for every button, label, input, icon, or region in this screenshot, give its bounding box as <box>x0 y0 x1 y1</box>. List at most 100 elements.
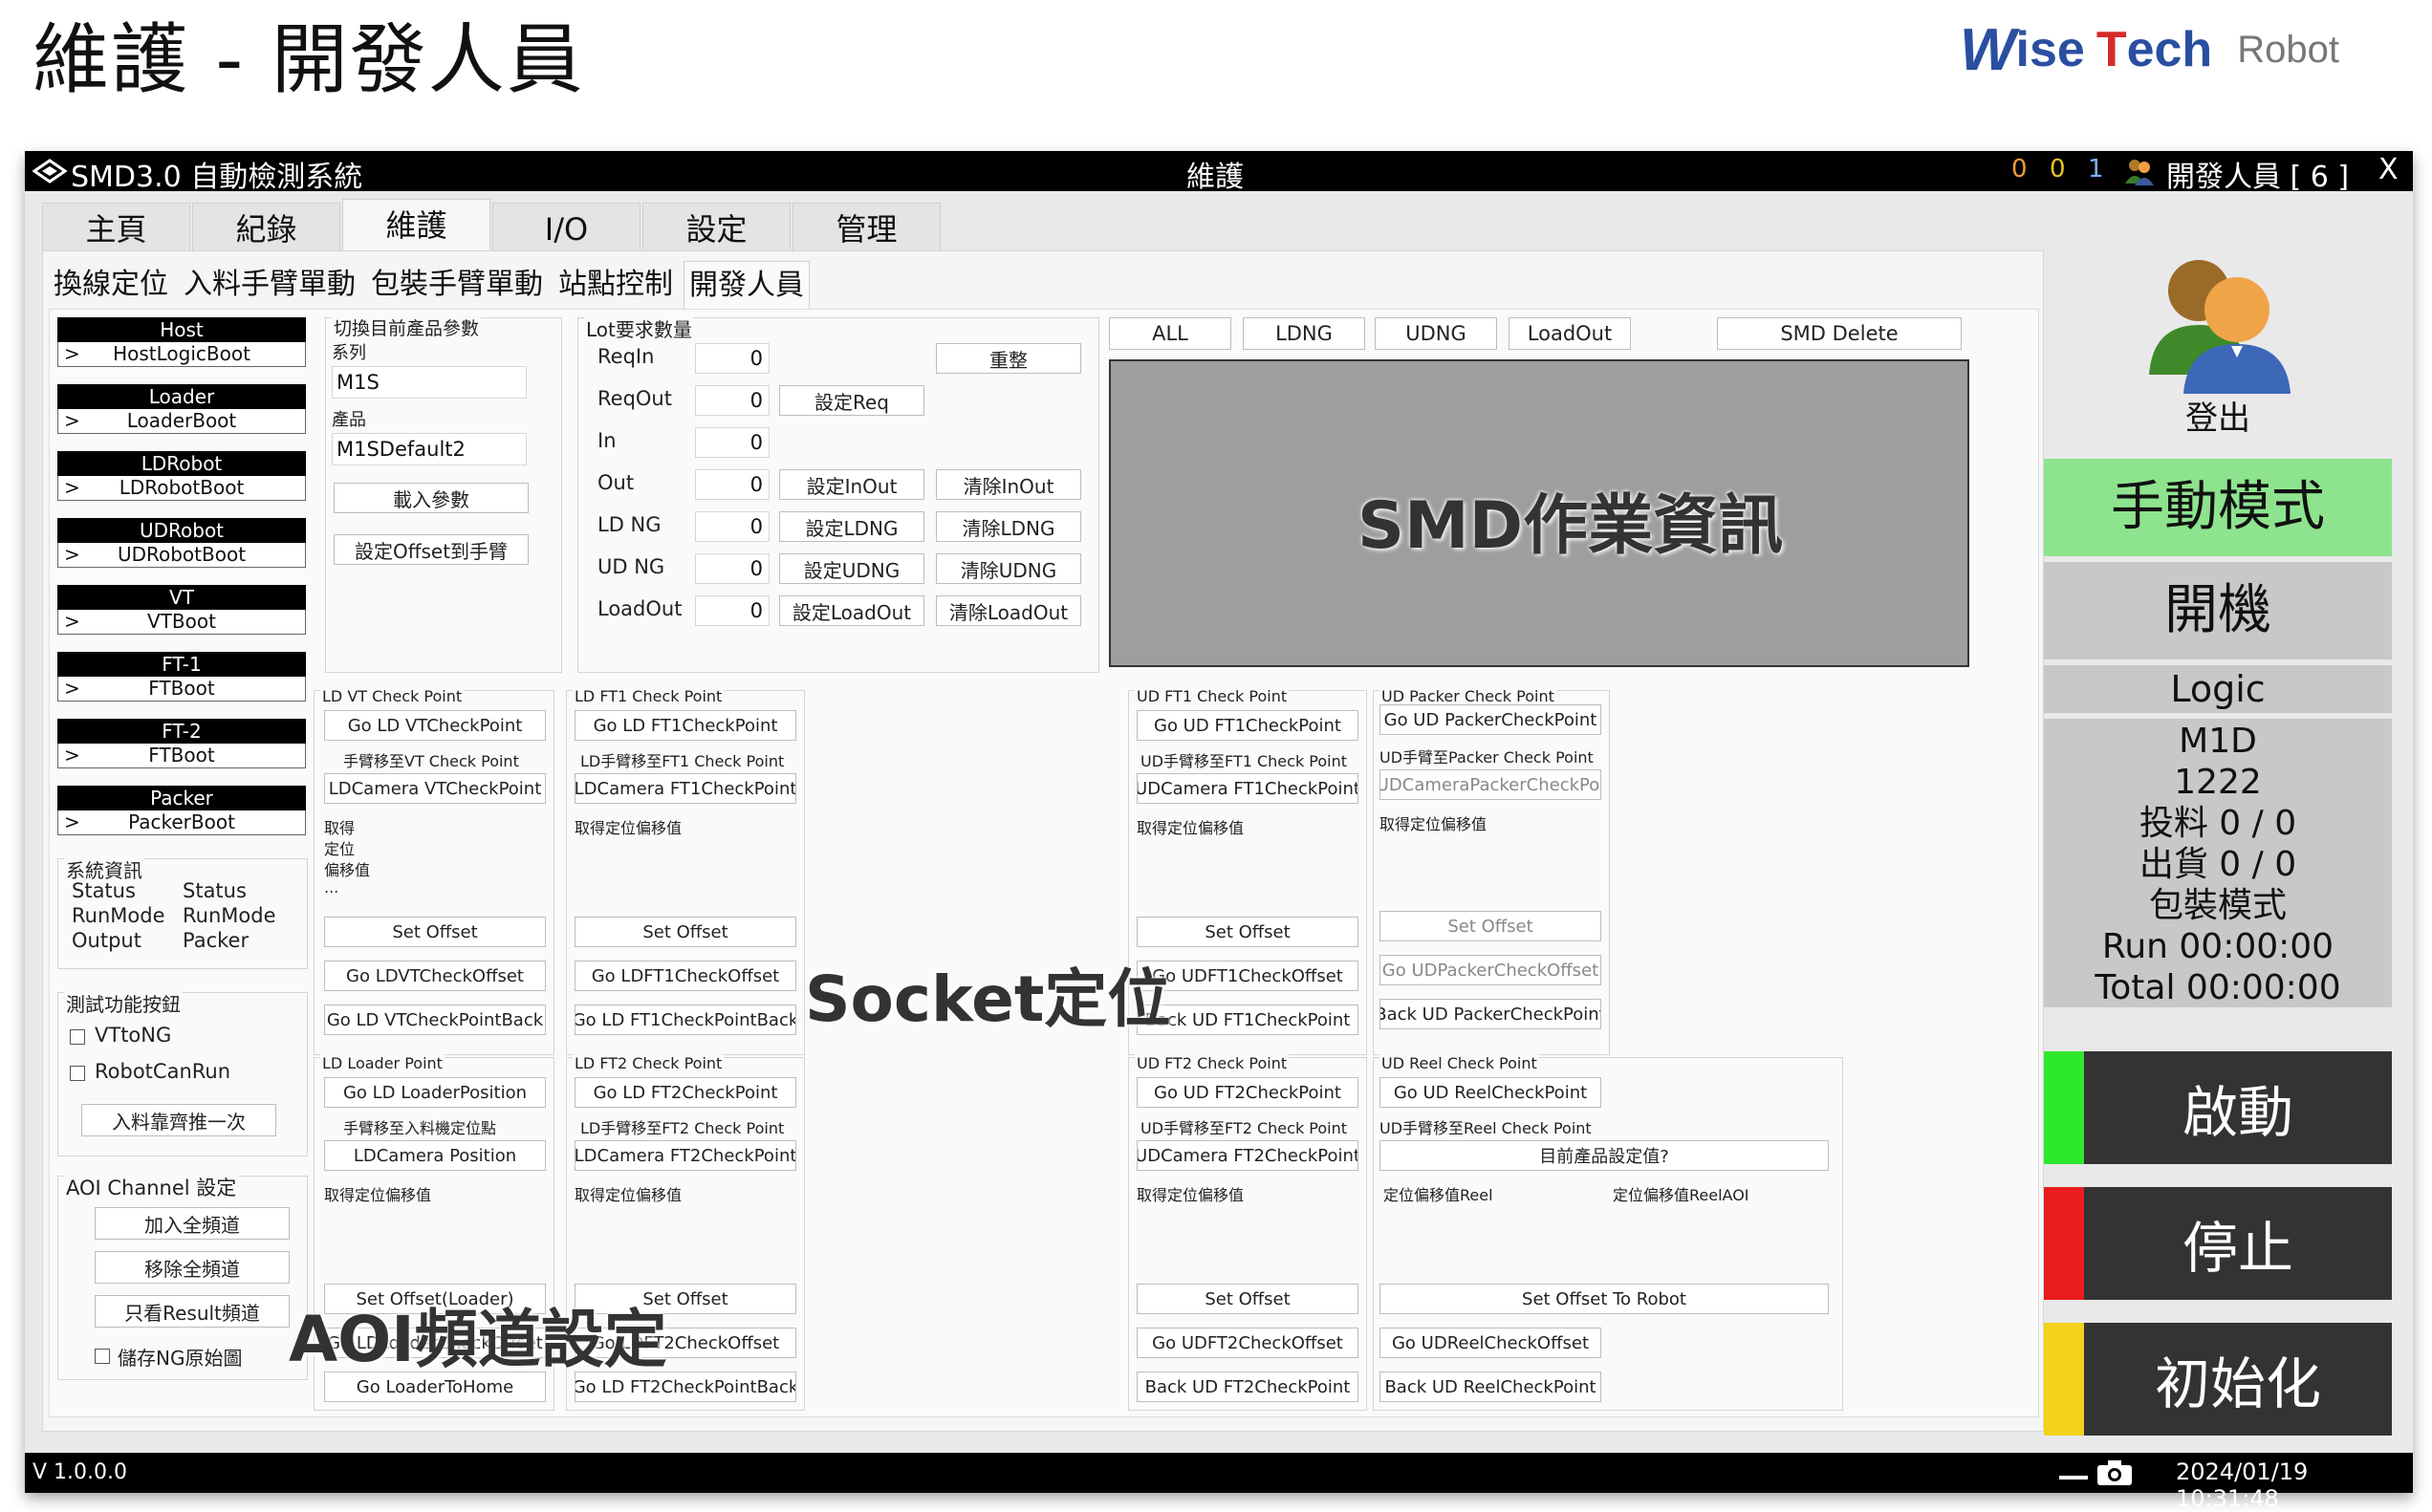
go-ud-packer-checkpoint-button[interactable]: Go UD PackerCheckPoint <box>1379 704 1601 735</box>
go-ld-vt-checkpoint-button[interactable]: Go LD VTCheckPoint <box>324 710 546 741</box>
smd-delete-button[interactable]: SMD Delete <box>1717 317 1962 350</box>
current-user[interactable]: 開發人員 [ 6 ] <box>2166 153 2349 195</box>
boot-button[interactable]: > LDRobotBoot <box>57 476 306 501</box>
filter-udng-button[interactable]: UDNG <box>1375 317 1497 350</box>
manual-mode-button[interactable]: 手動模式 <box>2044 459 2392 556</box>
udcamera-packer-checkpoint-button[interactable]: UDCameraPackerCheckPoi <box>1379 769 1601 800</box>
set-offset-button[interactable]: Set Offset <box>1137 917 1358 947</box>
remove-all-channels-button[interactable]: 移除全頻道 <box>95 1251 290 1284</box>
go-udpacker-check-offset-button[interactable]: Go UDPackerCheckOffset <box>1379 955 1601 985</box>
power-on-button[interactable]: 開機 <box>2044 562 2392 659</box>
set-loadout-button[interactable]: 設定LoadOut <box>779 595 924 626</box>
udcamera-ft2-checkpoint-button[interactable]: UDCamera FT2CheckPoint <box>1137 1140 1358 1171</box>
set-offset-button[interactable]: Set Offset <box>1379 911 1601 941</box>
back-ud-ft2-checkpoint-button[interactable]: Back UD FT2CheckPoint <box>1137 1372 1358 1402</box>
go-ld-vt-checkpoint-back-button[interactable]: Go LD VTCheckPointBack <box>324 1004 546 1035</box>
machine-info-panel: M1D 1222 投料 0 / 0 出貨 0 / 0 包裝模式 Run 00:0… <box>2044 719 2392 1007</box>
result-only-button[interactable]: 只看Result頻道 <box>95 1295 290 1328</box>
tab-home[interactable]: 主頁 <box>42 203 190 252</box>
ldcamera-position-button[interactable]: LDCamera Position <box>324 1140 546 1171</box>
go-udreel-check-offset-button[interactable]: Go UDReelCheckOffset <box>1379 1328 1601 1358</box>
udng-value[interactable]: 0 <box>695 553 770 584</box>
logout-label[interactable]: 登出 <box>2044 392 2392 439</box>
tab-records[interactable]: 紀錄 <box>192 203 340 252</box>
tab-settings[interactable]: 設定 <box>642 203 791 252</box>
in-value[interactable]: 0 <box>695 427 770 458</box>
back-ud-packer-checkpoint-button[interactable]: Back UD PackerCheckPoint <box>1379 999 1601 1029</box>
set-req-button[interactable]: 設定Req <box>779 385 924 416</box>
clear-udng-button[interactable]: 清除UDNG <box>936 553 1081 584</box>
go-ud-ft1-checkpoint-button[interactable]: Go UD FT1CheckPoint <box>1137 710 1358 741</box>
loadout-value[interactable]: 0 <box>695 595 770 626</box>
series-field[interactable]: M1S <box>332 366 527 399</box>
filter-loadout-button[interactable]: LoadOut <box>1509 317 1631 350</box>
tab-io[interactable]: I/O <box>492 203 641 252</box>
boot-button[interactable]: > HostLogicBoot <box>57 342 306 367</box>
clear-loadout-button[interactable]: 清除LoadOut <box>936 595 1081 626</box>
subtab-loader-arm[interactable]: 入料手臂單動 <box>179 261 360 309</box>
start-button[interactable]: 啟動 <box>2044 1051 2392 1164</box>
subtab-developer[interactable]: 開發人員 <box>684 261 810 309</box>
clear-inout-button[interactable]: 清除InOut <box>936 469 1081 500</box>
set-offset-button[interactable]: Set Offset <box>324 917 546 947</box>
set-offset-button[interactable]: Set Offset <box>1137 1284 1358 1314</box>
close-button[interactable]: X <box>2378 153 2399 186</box>
go-ld-ft1-checkpoint-button[interactable]: Go LD FT1CheckPoint <box>575 710 796 741</box>
lot-quantity-group: Lot要求數量 ReqIn 0 重整 ReqOut 0 設定Req In 0 O… <box>577 314 1099 673</box>
ldng-value[interactable]: 0 <box>695 511 770 542</box>
refresh-button[interactable]: 重整 <box>936 343 1081 374</box>
set-ldng-button[interactable]: 設定LDNG <box>779 511 924 542</box>
boot-button[interactable]: > VTBoot <box>57 610 306 635</box>
set-offset-arm-button[interactable]: 設定Offset到手臂 <box>334 534 529 565</box>
go-ldvt-check-offset-button[interactable]: Go LDVTCheckOffset <box>324 961 546 991</box>
filter-ldng-button[interactable]: LDNG <box>1243 317 1365 350</box>
add-all-channels-button[interactable]: 加入全頻道 <box>95 1207 290 1240</box>
set-offset-button[interactable]: Set Offset <box>575 917 796 947</box>
boot-button[interactable]: > PackerBoot <box>57 810 306 835</box>
user-avatar-icon[interactable] <box>2139 250 2292 394</box>
save-ng-checkbox[interactable] <box>95 1349 110 1364</box>
init-button[interactable]: 初始化 <box>2044 1323 2392 1436</box>
out-value[interactable]: 0 <box>695 469 770 500</box>
load-params-button[interactable]: 載入參數 <box>334 483 529 513</box>
maintenance-content: 換線定位 入料手臂單動 包裝手臂單動 站點控制 開發人員 Host > HostLo… <box>42 250 2044 1432</box>
product-field[interactable]: M1SDefault2 <box>332 433 527 465</box>
boot-button[interactable]: > FTBoot <box>57 744 306 768</box>
controller-ft2: FT-2 > FTBoot <box>57 719 306 768</box>
set-udng-button[interactable]: 設定UDNG <box>779 553 924 584</box>
app-logo-icon <box>33 159 67 184</box>
filter-all-button[interactable]: ALL <box>1109 317 1231 350</box>
vtong-checkbox[interactable] <box>70 1029 85 1045</box>
stop-button[interactable]: 停止 <box>2044 1187 2392 1300</box>
tab-management[interactable]: 管理 <box>793 203 941 252</box>
boot-button[interactable]: > FTBoot <box>57 677 306 702</box>
camera-icon[interactable] <box>2095 1458 2134 1487</box>
set-offset-to-robot-button[interactable]: Set Offset To Robot <box>1379 1284 1829 1314</box>
udcamera-ft1-checkpoint-button[interactable]: UDCamera FT1CheckPoint <box>1137 773 1358 804</box>
back-ud-reel-checkpoint-button[interactable]: Back UD ReelCheckPoint <box>1379 1372 1601 1402</box>
go-ud-ft2-checkpoint-button[interactable]: Go UD FT2CheckPoint <box>1137 1077 1358 1108</box>
go-ldft1-check-offset-button[interactable]: Go LDFT1CheckOffset <box>575 961 796 991</box>
go-ld-loader-position-button[interactable]: Go LD LoaderPosition <box>324 1077 546 1108</box>
boot-button[interactable]: > UDRobotBoot <box>57 543 306 568</box>
current-product-setting-button[interactable]: 目前產品設定值? <box>1379 1140 1829 1171</box>
reqout-value[interactable]: 0 <box>695 385 770 416</box>
ldcamera-ft1-checkpoint-button[interactable]: LDCamera FT1CheckPoint <box>575 773 796 804</box>
clear-ldng-button[interactable]: 清除LDNG <box>936 511 1081 542</box>
go-udft2-check-offset-button[interactable]: Go UDFT2CheckOffset <box>1137 1328 1358 1358</box>
subtab-changeover[interactable]: 換線定位 <box>49 261 173 309</box>
reqin-value[interactable]: 0 <box>695 343 770 374</box>
go-ld-ft1-checkpoint-back-button[interactable]: Go LD FT1CheckPointBack <box>575 1004 796 1035</box>
ldcamera-ft2-checkpoint-button[interactable]: LDCamera FT2CheckPoint <box>575 1140 796 1171</box>
subtab-station-control[interactable]: 站點控制 <box>554 261 678 309</box>
set-inout-button[interactable]: 設定InOut <box>779 469 924 500</box>
push-once-button[interactable]: 入料靠齊推一次 <box>81 1104 276 1136</box>
boot-button[interactable]: > LoaderBoot <box>57 409 306 434</box>
go-ud-reel-checkpoint-button[interactable]: Go UD ReelCheckPoint <box>1379 1077 1601 1108</box>
tab-maintenance[interactable]: 維護 <box>342 199 490 252</box>
ldcamera-vt-checkpoint-button[interactable]: LDCamera VTCheckPoint <box>324 773 546 804</box>
go-ld-ft2-checkpoint-button[interactable]: Go LD FT2CheckPoint <box>575 1077 796 1108</box>
subtab-packer-arm[interactable]: 包裝手臂單動 <box>366 261 548 309</box>
minimize-icon[interactable] <box>2059 1476 2088 1480</box>
robotcanrun-checkbox[interactable] <box>70 1066 85 1081</box>
